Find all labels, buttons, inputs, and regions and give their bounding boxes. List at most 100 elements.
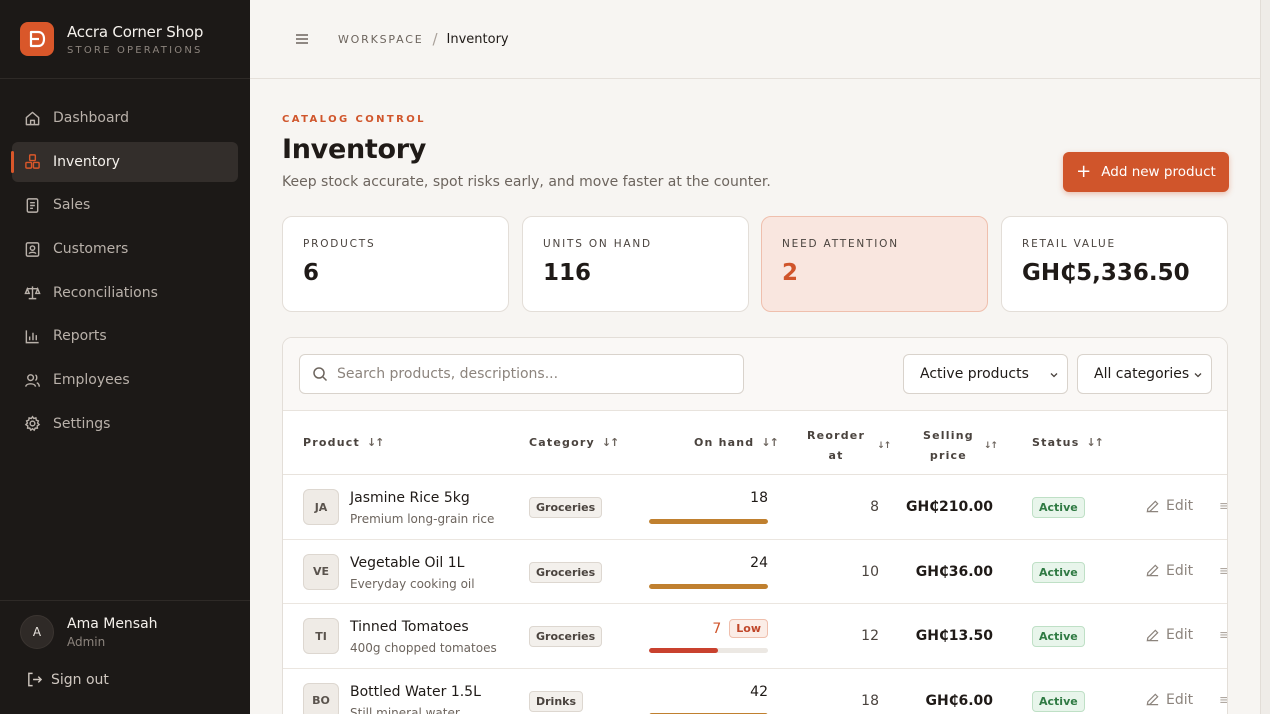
sidebar-item-settings[interactable]: Settings <box>12 404 238 444</box>
category-badge: Groceries <box>529 497 603 518</box>
selling-price: GH₵13.50 <box>915 628 993 644</box>
page-eyebrow: CATALOG CONTROL <box>282 114 426 125</box>
product-initials: VE <box>303 553 339 590</box>
search-placeholder: Search products, descriptions... <box>337 366 559 382</box>
on-hand-count: 18 <box>750 490 768 506</box>
table-header: Product ↓↑ Category ↓↑ On hand ↓↑ Reorder a… <box>283 411 1227 475</box>
stock-level-fill <box>649 519 768 524</box>
row-menu-icon[interactable]: ≡ <box>1219 564 1227 579</box>
table-row[interactable]: VE Vegetable Oil 1L Everyday cooking oil… <box>283 540 1227 604</box>
edit-label: Edit <box>1166 627 1194 643</box>
chevron-down-icon <box>1194 373 1202 378</box>
sign-out-label: Sign out <box>51 671 109 688</box>
sort-icon: ↓↑ <box>983 441 998 451</box>
column-header-category[interactable]: Category ↓↑ <box>529 436 619 449</box>
selling-price: GH₵210.00 <box>906 499 993 515</box>
stock-level-bar <box>649 519 768 524</box>
column-header-product[interactable]: Product ↓↑ <box>303 436 384 449</box>
breadcrumb-root[interactable]: WORKSPACE <box>338 33 423 46</box>
product-initials: TI <box>303 618 339 654</box>
edit-label: Edit <box>1166 562 1194 579</box>
reorder-at: 10 <box>861 563 879 580</box>
pencil-icon <box>1146 564 1159 577</box>
status-badge: Active <box>1032 497 1085 518</box>
edit-button[interactable]: Edit <box>1145 692 1193 708</box>
category-filter-select[interactable]: All categories <box>1077 354 1212 394</box>
sidebar-item-reports[interactable]: Reports <box>12 316 238 356</box>
stat-value: GH₵5,336.50 <box>1022 260 1190 286</box>
bar-chart-icon <box>25 330 39 344</box>
stat-retail-value: RETAIL VALUE GH₵5,336.50 <box>1001 216 1228 312</box>
sidebar-item-label: Reports <box>53 328 107 345</box>
on-hand-count: 24 <box>750 554 768 571</box>
status-filter-value: Active products <box>920 366 1029 382</box>
pencil-icon <box>1146 628 1159 641</box>
column-header-status[interactable]: Status ↓↑ <box>1032 436 1104 449</box>
stock-level-bar <box>649 583 768 589</box>
page-description: Keep stock accurate, spot risks early, a… <box>282 174 771 190</box>
stat-need-attention: NEED ATTENTION 2 <box>761 216 988 312</box>
sidebar-item-sales[interactable]: Sales <box>12 185 238 225</box>
stat-value: 116 <box>543 260 592 286</box>
edit-button[interactable]: Edit <box>1145 627 1193 643</box>
product-initials: BO <box>303 682 339 714</box>
add-product-button[interactable]: + Add new product <box>1063 152 1229 192</box>
row-menu-icon[interactable]: ≡ <box>1219 693 1227 708</box>
table-row[interactable]: TI Tinned Tomatoes 400g chopped tomatoes… <box>283 604 1227 669</box>
sidebar-item-customers[interactable]: Customers <box>12 229 238 269</box>
sidebar-item-inventory[interactable]: Inventory <box>11 141 238 182</box>
table-row[interactable]: BO Bottled Water 1.5L Still mineral wate… <box>283 669 1227 714</box>
table-row[interactable]: JA Jasmine Rice 5kg Premium long-grain r… <box>283 475 1227 540</box>
edit-button[interactable]: Edit <box>1145 498 1193 514</box>
column-label-line2: at <box>828 449 844 462</box>
on-hand-count: 7 <box>712 621 722 637</box>
product-name[interactable]: Tinned Tomatoes <box>350 619 469 635</box>
column-header-selling-price[interactable]: Selling price ↓↑ <box>923 426 998 466</box>
sidebar-item-label: Sales <box>53 197 91 214</box>
sidebar-item-label: Employees <box>53 372 130 389</box>
page-scrollbar[interactable] <box>1260 0 1270 714</box>
category-badge: Drinks <box>529 690 584 712</box>
user-role: Admin <box>67 634 106 649</box>
column-label-line1: Selling <box>923 429 974 442</box>
product-name[interactable]: Jasmine Rice 5kg <box>350 490 470 506</box>
column-label: Product <box>303 436 360 449</box>
sidebar-item-label: Customers <box>53 241 129 258</box>
avatar[interactable]: A <box>20 615 54 649</box>
stock-level-fill <box>649 648 719 653</box>
menu-icon[interactable] <box>294 31 310 47</box>
sidebar-item-dashboard[interactable]: Dashboard <box>12 98 238 138</box>
search-input[interactable]: Search products, descriptions... <box>299 354 744 394</box>
gear-icon <box>24 415 41 432</box>
column-label: Category <box>529 436 595 449</box>
sidebar-item-employees[interactable]: Employees <box>12 360 238 400</box>
breadcrumb-separator: / <box>432 30 438 48</box>
sort-icon: ↓↑ <box>601 436 619 449</box>
column-label-line2: price <box>929 449 967 462</box>
boxes-icon <box>25 154 40 170</box>
store-logo-icon <box>20 22 54 56</box>
low-stock-badge: Low <box>729 619 768 638</box>
sidebar-item-reconciliations[interactable]: Reconciliations <box>12 273 238 313</box>
sidebar-item-label: Inventory <box>53 153 120 170</box>
column-header-on-hand[interactable]: On hand ↓↑ <box>694 436 779 449</box>
sort-icon: ↓↑ <box>366 436 384 449</box>
sign-out-button[interactable]: Sign out <box>26 671 250 688</box>
sort-icon: ↓↑ <box>877 441 891 451</box>
status-badge: Active <box>1032 561 1085 583</box>
product-description: Premium long-grain rice <box>350 512 495 526</box>
pencil-icon <box>1146 499 1159 512</box>
home-icon <box>25 111 40 125</box>
sidebar-item-label: Settings <box>53 415 111 432</box>
product-name[interactable]: Bottled Water 1.5L <box>350 684 481 700</box>
status-filter-select[interactable]: Active products <box>903 354 1068 394</box>
product-name[interactable]: Vegetable Oil 1L <box>350 555 464 571</box>
contact-icon <box>25 241 40 257</box>
column-header-reorder-at[interactable]: Reorder at ↓↑ <box>807 426 891 466</box>
filter-bar: Search products, descriptions... Active … <box>283 338 1227 411</box>
stock-level-bar <box>649 648 768 653</box>
sidebar: Accra Corner Shop STORE OPERATIONS Dashb… <box>0 0 250 714</box>
row-menu-icon[interactable]: ≡ <box>1219 499 1227 514</box>
row-menu-icon[interactable]: ≡ <box>1219 628 1227 643</box>
edit-button[interactable]: Edit <box>1145 563 1193 579</box>
